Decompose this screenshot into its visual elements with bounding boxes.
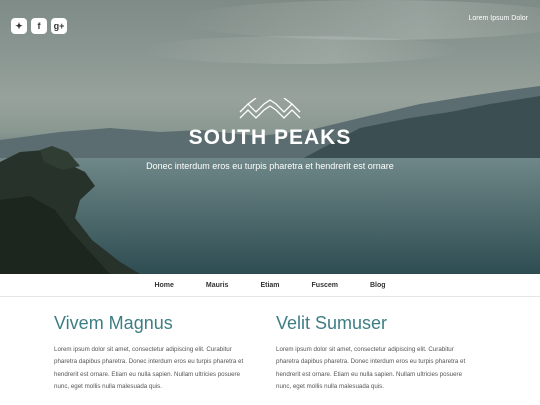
social-links: ✦ f g+	[11, 18, 67, 34]
top-right-link[interactable]: Lorem Ipsum Dolor	[468, 15, 528, 22]
nav-item-etiam[interactable]: Etiam	[260, 282, 279, 289]
nav-item-mauris[interactable]: Mauris	[206, 282, 229, 289]
content-columns: Vivem Magnus Lorem ipsum dolor sit amet,…	[0, 297, 540, 394]
twitter-icon[interactable]: ✦	[11, 18, 27, 34]
facebook-icon[interactable]: f	[31, 18, 47, 34]
column-body: Lorem ipsum dolor sit amet, consectetur …	[276, 346, 466, 391]
main-navigation: Home Mauris Etiam Fuscem Blog	[0, 274, 540, 297]
mountain-logo-icon	[239, 98, 301, 119]
nav-item-blog[interactable]: Blog	[370, 282, 386, 289]
nav-item-fuscem[interactable]: Fuscem	[312, 282, 338, 289]
google-plus-icon[interactable]: g+	[51, 18, 67, 34]
site-title: SOUTH PEAKS	[188, 126, 352, 149]
column-heading: Vivem Magnus	[54, 313, 173, 333]
column-heading: Velit Sumuser	[276, 313, 388, 333]
nav-item-home[interactable]: Home	[154, 282, 173, 289]
content-column: Velit Sumuser Lorem ipsum dolor sit amet…	[276, 297, 476, 394]
column-body: Lorem ipsum dolor sit amet, consectetur …	[54, 346, 244, 391]
hero-banner: ✦ f g+ Lorem Ipsum Dolor SOUTH PEAKS Don…	[0, 0, 540, 274]
content-column: Vivem Magnus Lorem ipsum dolor sit amet,…	[54, 297, 254, 394]
site-tagline: Donec interdum eros eu turpis pharetra e…	[146, 161, 394, 171]
